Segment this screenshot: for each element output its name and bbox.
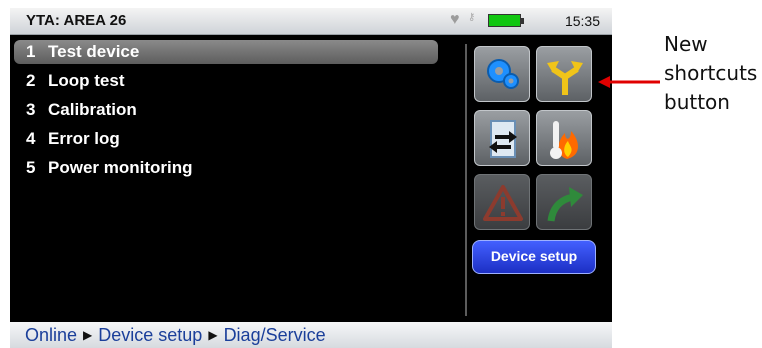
key-icon: ⚷ xyxy=(468,12,476,23)
menu-item-number: 3 xyxy=(26,100,36,119)
menu-item-label: Calibration xyxy=(48,100,137,119)
temperature-fire-icon xyxy=(550,121,578,159)
menu-item-label: Loop test xyxy=(48,71,125,90)
annotation-line: button xyxy=(664,90,730,114)
menu-item-number: 4 xyxy=(26,129,36,148)
menu-item-calibration[interactable]: 3 Calibration xyxy=(14,98,444,122)
settings-shortcut-button[interactable] xyxy=(474,46,530,102)
heart-icon: ♥ xyxy=(450,11,460,28)
breadcrumb-online[interactable]: Online xyxy=(25,325,77,345)
clock: 15:35 xyxy=(564,13,600,29)
device-title: YTA: AREA 26 xyxy=(26,12,127,29)
alerts-shortcut-button[interactable] xyxy=(474,174,530,230)
annotation-callout: New shortcuts button xyxy=(664,30,757,117)
breadcrumb-diag-service: Diag/Service xyxy=(223,325,326,345)
breadcrumb-separator-icon: ▶ xyxy=(208,328,218,342)
menu-item-number: 5 xyxy=(26,158,36,177)
forward-arrow-icon xyxy=(547,187,583,222)
device-setup-button[interactable]: Device setup xyxy=(472,240,596,274)
breadcrumb-device-setup[interactable]: Device setup xyxy=(98,325,202,345)
breadcrumb-separator-icon: ▶ xyxy=(83,328,93,342)
battery-tip xyxy=(521,18,524,24)
menu-item-number: 2 xyxy=(26,71,36,90)
menu-item-label: Error log xyxy=(48,129,120,148)
panel-divider xyxy=(465,44,467,316)
annotation-arrow-icon xyxy=(598,76,660,88)
menu-item-label: Test device xyxy=(48,42,140,61)
title-bar: YTA: AREA 26 ♥ ⚷ 15:35 xyxy=(10,8,612,35)
menu-item-test-device[interactable]: 1 Test device xyxy=(14,40,438,64)
annotation-line: New xyxy=(664,32,708,56)
menu-item-number: 1 xyxy=(26,42,36,61)
temperature-shortcut-button[interactable] xyxy=(536,110,592,166)
menu-item-power-monitoring[interactable]: 5 Power monitoring xyxy=(14,156,444,180)
main-menu: 1 Test device 2 Loop test 3 Calibration 4 Er… xyxy=(14,40,444,185)
shortcuts-arrow-icon xyxy=(547,61,583,95)
new-shortcuts-button[interactable] xyxy=(536,46,592,102)
menu-item-error-log[interactable]: 4 Error log xyxy=(14,127,444,151)
device-screen: YTA: AREA 26 ♥ ⚷ 15:35 1 Test device 2 Loo… xyxy=(10,8,612,348)
breadcrumb: Online ▶ Device setup ▶ Diag/Service xyxy=(10,322,612,348)
warning-icon xyxy=(483,185,523,221)
menu-item-loop-test[interactable]: 2 Loop test xyxy=(14,69,444,93)
gears-icon xyxy=(487,59,519,89)
menu-item-label: Power monitoring xyxy=(48,158,193,177)
annotation-line: shortcuts xyxy=(664,61,758,85)
device-swap-shortcut-button[interactable] xyxy=(474,110,530,166)
forward-shortcut-button[interactable] xyxy=(536,174,592,230)
device-swap-icon xyxy=(489,120,517,158)
battery-icon xyxy=(488,14,521,27)
